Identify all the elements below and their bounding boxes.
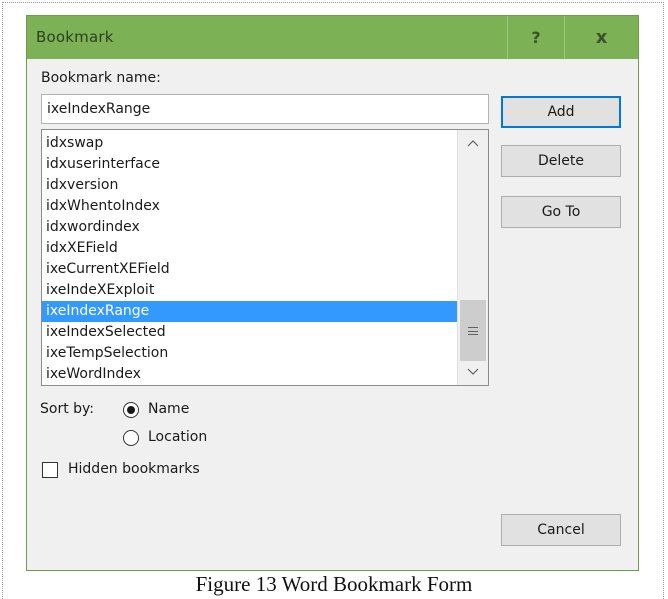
title-bar[interactable]: Bookmark ? x — [27, 16, 638, 59]
hidden-bookmarks-checkbox[interactable] — [42, 462, 58, 478]
cancel-button-label: Cancel — [537, 522, 585, 538]
bookmark-list-item[interactable]: ixeIndexSelected — [42, 322, 458, 343]
sort-option-location: Location — [148, 429, 208, 445]
add-button[interactable]: Add — [501, 96, 621, 128]
help-button[interactable]: ? — [508, 16, 564, 59]
cancel-button[interactable]: Cancel — [501, 514, 621, 546]
list-scrollbar[interactable] — [457, 130, 488, 385]
sort-by-label: Sort by: — [40, 401, 95, 417]
figure-caption: Figure 13 Word Bookmark Form — [195, 572, 473, 596]
sort-location-radio[interactable] — [123, 430, 139, 446]
add-button-label: Add — [547, 104, 575, 120]
bookmark-list-item[interactable]: ixeCurrentXEField — [42, 259, 458, 280]
sort-location-label[interactable]: Location — [148, 429, 207, 445]
bookmark-list[interactable]: idxswap idxuserinterface idxversion idxWhen… — [41, 129, 489, 386]
bookmark-list-item[interactable]: idxwordindex — [42, 217, 458, 238]
bookmark-list-item[interactable]: idxversion — [42, 175, 458, 196]
chevron-up-icon[interactable] — [458, 132, 488, 154]
chevron-down-icon[interactable] — [458, 361, 488, 383]
sort-option-name: Name — [148, 401, 190, 417]
bookmark-list-item[interactable]: idxswap — [42, 133, 458, 154]
bookmark-name-input[interactable]: ixeIndexRange — [41, 94, 489, 124]
bookmark-list-item[interactable]: ixeIndeXExploit — [42, 280, 458, 301]
delete-button-label: Delete — [538, 153, 584, 169]
sort-name-label[interactable]: Name — [148, 401, 189, 417]
bookmark-list-item[interactable]: idxuserinterface — [42, 154, 458, 175]
scroll-thumb[interactable] — [460, 300, 486, 361]
bookmark-name-label: Bookmark name: — [41, 70, 161, 86]
close-button[interactable]: x — [565, 16, 638, 59]
dialog-title: Bookmark — [36, 28, 114, 46]
go-to-button[interactable]: Go To — [501, 196, 621, 228]
bookmark-dialog: Bookmark ? x Bookmark name: ixeIndexRang… — [26, 15, 639, 571]
go-to-button-label: Go To — [541, 204, 581, 220]
bookmark-list-item[interactable]: ixeTempSelection — [42, 343, 458, 364]
delete-button[interactable]: Delete — [501, 145, 621, 177]
grip-icon — [468, 326, 478, 335]
hidden-bookmarks-label[interactable]: Hidden bookmarks — [68, 461, 200, 477]
bookmark-list-item[interactable]: idxXEField — [42, 238, 458, 259]
sort-name-radio[interactable] — [123, 402, 139, 418]
bookmark-list-item[interactable]: ixeIndexRange — [42, 301, 458, 322]
bookmark-list-items: idxswap idxuserinterface idxversion idxWhen… — [42, 133, 458, 385]
bookmark-list-item[interactable]: idxWhentoIndex — [42, 196, 458, 217]
bookmark-list-item[interactable]: ixeWordIndex — [42, 364, 458, 385]
